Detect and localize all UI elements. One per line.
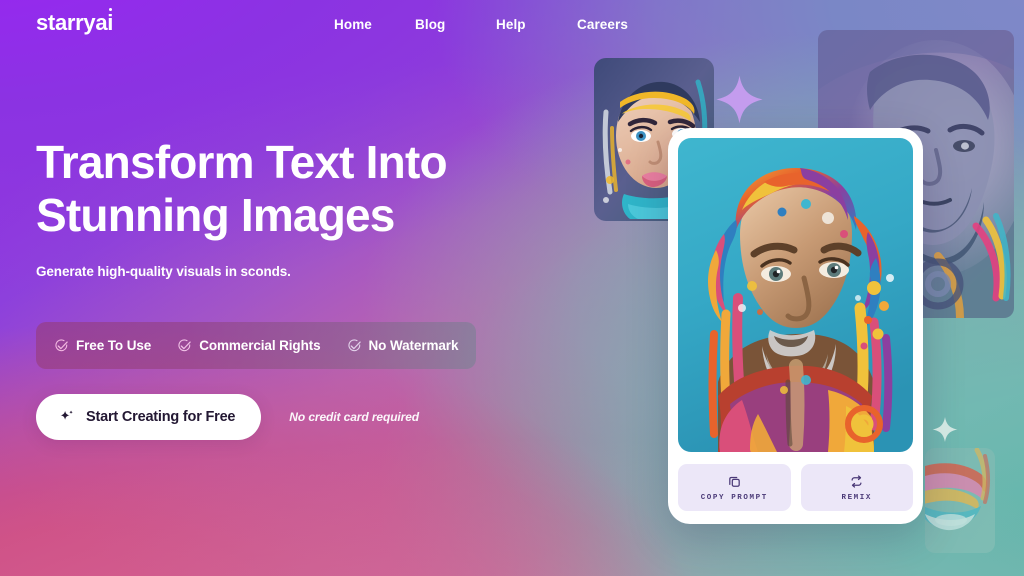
corner-portrait-image <box>925 448 995 553</box>
sparkle-icon <box>716 75 763 124</box>
repeat-icon <box>851 474 862 488</box>
site-header: starryai Home Blog Help Careers <box>0 0 1024 50</box>
remix-button[interactable]: REMIX <box>800 464 913 511</box>
nav-link-help[interactable]: Help <box>496 17 526 32</box>
sparkle-icon <box>60 410 73 420</box>
hero-subheading: Generate high-quality visuals in sconds. <box>36 264 291 279</box>
nav-link-careers[interactable]: Careers <box>577 17 628 32</box>
cta-label: Start Creating for Free <box>86 409 236 425</box>
hero-heading-line2: Stunning Images <box>36 189 395 241</box>
brand-logo[interactable]: starryai <box>36 8 114 35</box>
hero-heading-line1: Transform Text Into <box>36 136 448 188</box>
nav-item-help[interactable]: Help <box>496 16 577 34</box>
thumbnail-corner-portrait[interactable] <box>925 448 995 553</box>
cta-row: Start Creating for Free No credit card r… <box>36 394 419 440</box>
copy-prompt-button[interactable]: COPY PROMPT <box>678 464 791 511</box>
sparkle-icon <box>932 417 958 442</box>
nav-item-careers[interactable]: Careers <box>577 16 628 34</box>
cta-note: No credit card required <box>289 410 420 424</box>
feature-free-to-use: Free To Use <box>54 338 151 353</box>
feature-label: Commercial Rights <box>199 338 321 353</box>
start-creating-button[interactable]: Start Creating for Free <box>36 394 262 440</box>
nav-item-blog[interactable]: Blog <box>415 16 496 34</box>
brand-logo-text: starryai <box>36 10 114 35</box>
hero-section: Transform Text Into Stunning Images Gene… <box>36 136 556 279</box>
nav-link-home[interactable]: Home <box>334 17 372 32</box>
feature-no-watermark: No Watermark <box>347 338 459 353</box>
feature-label: No Watermark <box>368 338 459 353</box>
nav-item-home[interactable]: Home <box>334 16 415 34</box>
feature-commercial-rights: Commercial Rights <box>177 338 321 353</box>
copy-prompt-label: COPY PROMPT <box>700 493 768 502</box>
man-portrait-image <box>678 138 913 452</box>
feature-pill-bar: Free To Use Commercial Rights No Waterma… <box>36 322 477 369</box>
showcase-card-actions: COPY PROMPT REMIX <box>678 464 913 511</box>
remix-label: REMIX <box>841 493 872 502</box>
check-circle-icon <box>347 339 361 352</box>
nav-link-blog[interactable]: Blog <box>415 17 445 32</box>
check-circle-icon <box>55 339 68 352</box>
showcase-card[interactable]: COPY PROMPT REMIX <box>668 128 923 524</box>
showcase-card-image <box>678 138 913 452</box>
page-title: Transform Text Into Stunning Images <box>36 136 556 242</box>
main-nav: Home Blog Help Careers <box>334 16 628 34</box>
feature-label: Free To Use <box>76 338 152 353</box>
check-circle-icon <box>178 339 191 352</box>
copy-icon <box>728 476 740 487</box>
